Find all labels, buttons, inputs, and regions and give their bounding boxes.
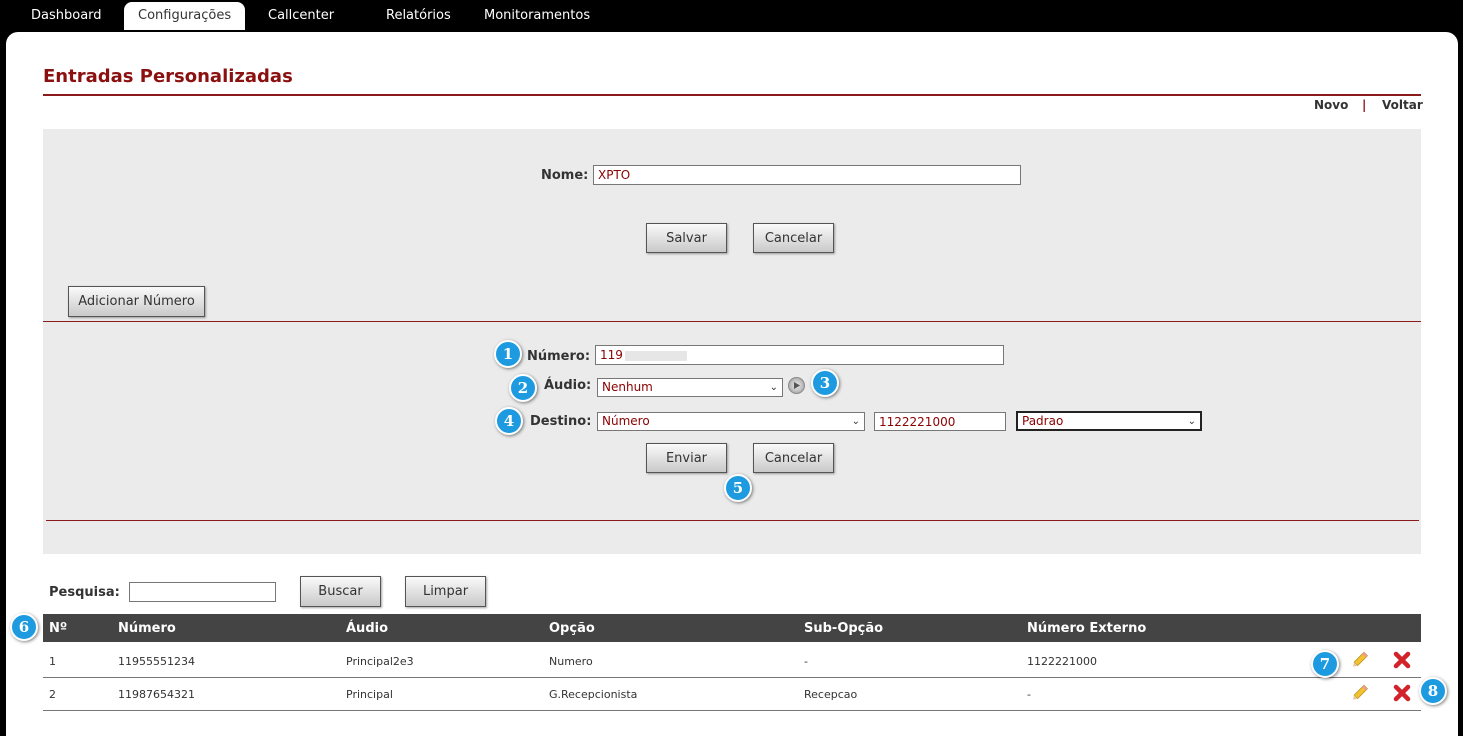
col-header-numero[interactable]: Número	[118, 621, 176, 636]
tab-configuracoes[interactable]: Configurações	[124, 2, 246, 30]
audio-label: Áudio:	[544, 378, 592, 393]
callout-7: 7	[1311, 650, 1339, 678]
add-number-button[interactable]: Adicionar Número	[68, 286, 205, 317]
section-divider	[43, 321, 1421, 322]
delete-x-icon[interactable]	[1392, 683, 1412, 703]
cell-no: 1	[49, 655, 56, 668]
destino-option-value: Padrao	[1022, 414, 1064, 428]
callout-8: 8	[1419, 677, 1447, 705]
chevron-down-icon: ⌄	[769, 382, 778, 393]
back-link[interactable]: Voltar	[1382, 98, 1423, 112]
col-header-no[interactable]: Nº	[49, 621, 67, 636]
cell-numero-externo: 1122221000	[1027, 655, 1097, 668]
table-row: 1 11955551234 Principal2e3 Numero - 1122…	[43, 644, 1421, 678]
cell-subopcao: Recepcao	[804, 688, 858, 701]
col-header-subopcao[interactable]: Sub-Opção	[804, 621, 883, 636]
cell-no: 2	[49, 688, 56, 701]
destino-option-select[interactable]: Padrao ⌄	[1016, 411, 1202, 431]
section-divider	[46, 520, 1419, 521]
name-input[interactable]: XPTO	[593, 165, 1021, 185]
cell-audio: Principal	[346, 688, 393, 701]
cell-numero: 11955551234	[118, 655, 195, 668]
action-separator: |	[1362, 98, 1367, 112]
audio-select-value: Nenhum	[602, 380, 653, 394]
edit-pencil-icon[interactable]	[1349, 650, 1369, 670]
numero-value: 119	[600, 348, 623, 362]
top-nav: Dashboard Configurações Callcenter Relat…	[0, 0, 1463, 32]
cell-numero-externo: -	[1027, 688, 1031, 701]
table-row: 2 11987654321 Principal G.Recepcionista …	[43, 677, 1421, 711]
search-button[interactable]: Buscar	[300, 576, 381, 607]
redacted-blur	[624, 350, 687, 361]
chevron-down-icon: ⌄	[851, 416, 860, 427]
table-header: Nº Número Áudio Opção Sub-Opção Número E…	[43, 614, 1421, 642]
callout-2: 2	[509, 374, 537, 402]
search-input[interactable]	[129, 582, 276, 602]
send-button[interactable]: Enviar	[646, 443, 727, 473]
new-link[interactable]: Novo	[1314, 98, 1348, 112]
col-header-audio[interactable]: Áudio	[346, 621, 388, 636]
cancel-button[interactable]: Cancelar	[753, 223, 834, 253]
destino-type-select[interactable]: Número ⌄	[597, 412, 865, 431]
destino-number-input[interactable]: 1122221000	[874, 412, 1006, 431]
col-header-opcao[interactable]: Opção	[549, 621, 595, 636]
clear-button[interactable]: Limpar	[405, 576, 486, 607]
cell-opcao: Numero	[549, 655, 593, 668]
edit-pencil-icon[interactable]	[1349, 683, 1369, 703]
chevron-down-icon: ⌄	[1187, 416, 1196, 427]
callout-3: 3	[811, 369, 839, 397]
tab-monitoramentos[interactable]: Monitoramentos	[484, 2, 590, 30]
callout-6: 6	[10, 613, 38, 641]
destino-type-value: Número	[602, 414, 650, 428]
name-label: Nome:	[541, 168, 589, 183]
play-icon[interactable]	[788, 377, 805, 394]
search-label: Pesquisa:	[49, 585, 120, 600]
cell-opcao: G.Recepcionista	[549, 688, 638, 701]
numero-input[interactable]: 119	[595, 345, 1004, 365]
content-panel: Entradas Personalizadas Novo | Voltar No…	[6, 32, 1458, 736]
destino-label: Destino:	[530, 414, 592, 429]
tab-dashboard[interactable]: Dashboard	[31, 2, 102, 30]
audio-select[interactable]: Nenhum ⌄	[597, 378, 783, 397]
cell-subopcao: -	[804, 655, 808, 668]
tab-relatorios[interactable]: Relatórios	[386, 2, 451, 30]
title-divider	[43, 94, 1421, 96]
cell-audio: Principal2e3	[346, 655, 414, 668]
callout-4: 4	[495, 407, 523, 435]
cell-numero: 11987654321	[118, 688, 195, 701]
col-header-numero-externo[interactable]: Número Externo	[1027, 621, 1146, 636]
delete-x-icon[interactable]	[1392, 650, 1412, 670]
number-cancel-button[interactable]: Cancelar	[753, 443, 834, 473]
numero-label: Número:	[527, 349, 591, 364]
callout-5: 5	[724, 474, 752, 502]
callout-1: 1	[494, 340, 522, 368]
page-title: Entradas Personalizadas	[43, 66, 293, 87]
tab-callcenter[interactable]: Callcenter	[268, 2, 334, 30]
save-button[interactable]: Salvar	[646, 223, 727, 253]
